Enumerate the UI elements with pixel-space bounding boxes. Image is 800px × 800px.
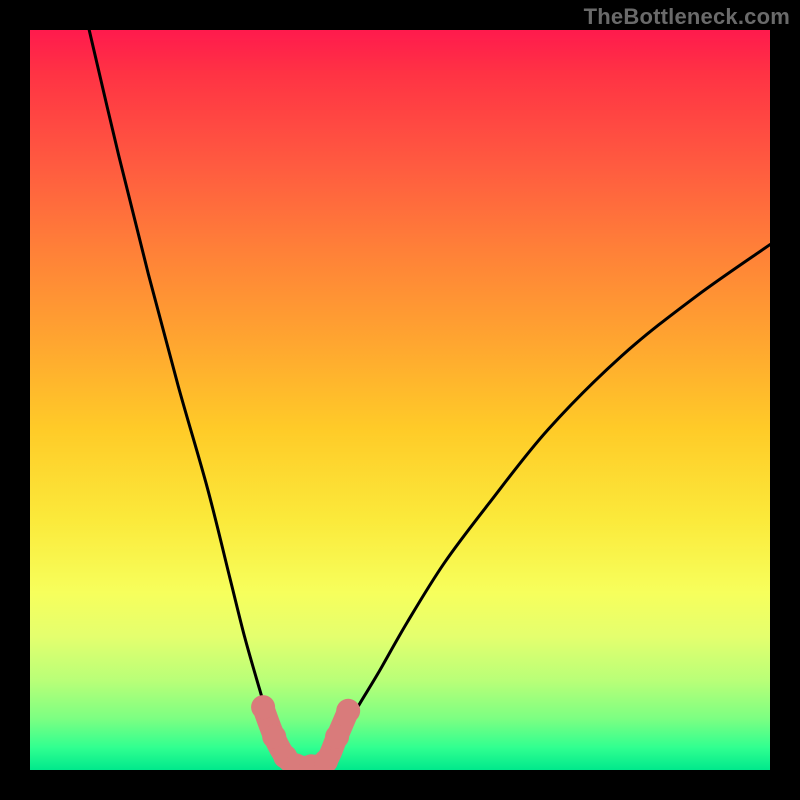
watermark-text: TheBottleneck.com (584, 4, 790, 30)
marker-point (325, 725, 349, 749)
right-curve (326, 245, 770, 763)
curve-layer (30, 30, 770, 770)
marker-point (336, 699, 360, 723)
marker-point (251, 695, 275, 719)
plot-area (30, 30, 770, 770)
chart-frame: TheBottleneck.com (0, 0, 800, 800)
left-curve (89, 30, 293, 766)
